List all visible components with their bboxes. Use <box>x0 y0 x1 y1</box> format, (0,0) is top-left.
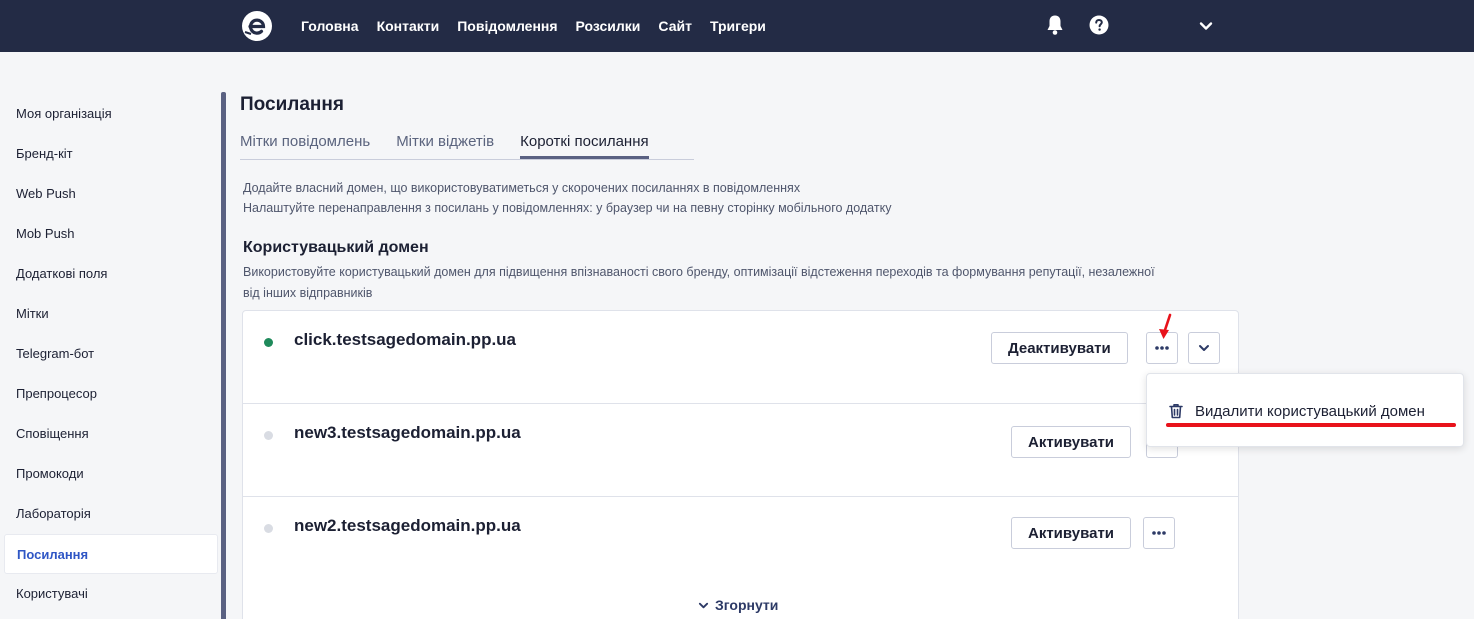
annotation-underline <box>1166 423 1456 427</box>
sidebar-item-links[interactable]: Посилання <box>4 534 218 574</box>
bell-icon[interactable] <box>1045 14 1065 36</box>
section-description-line1: Використовуйте користувацький домен для … <box>243 265 1155 279</box>
collapse-button[interactable]: Згорнути <box>698 597 778 613</box>
sidebar-item-notifications[interactable]: Сповіщення <box>0 414 222 454</box>
collapse-label: Згорнути <box>715 597 779 613</box>
more-dots-icon <box>1152 531 1166 535</box>
expand-row-button[interactable] <box>1188 332 1220 364</box>
sidebar-item-laboratory[interactable]: Лабораторія <box>0 494 222 534</box>
nav-messages[interactable]: Повідомлення <box>457 18 557 34</box>
annotation-arrow-icon <box>1159 313 1172 339</box>
sidebar-item-promocodes[interactable]: Промокоди <box>0 454 222 494</box>
section-title: Користувацький домен <box>243 239 429 256</box>
main-nav: Головна Контакти Повідомлення Розсилки С… <box>301 0 766 52</box>
trash-icon <box>1169 404 1183 419</box>
nav-contacts[interactable]: Контакти <box>377 18 440 34</box>
tab-widget-tags[interactable]: Мітки віджетів <box>396 133 494 159</box>
nav-site[interactable]: Сайт <box>658 18 692 34</box>
more-options-menu: Видалити користувацький домен <box>1146 373 1464 447</box>
nav-campaigns[interactable]: Розсилки <box>576 18 641 34</box>
tabs-baseline <box>240 159 694 160</box>
tab-message-tags[interactable]: Мітки повідомлень <box>240 133 370 159</box>
sidebar-item-organization[interactable]: Моя організація <box>0 94 222 134</box>
chevron-down-icon <box>698 602 709 608</box>
top-navbar: Головна Контакти Повідомлення Розсилки С… <box>0 0 1474 52</box>
domain-row: click.testsagedomain.pp.ua Деактивувати <box>243 311 1238 404</box>
domain-name: new3.testsagedomain.pp.ua <box>294 423 521 442</box>
sidebar-item-custom-fields[interactable]: Додаткові поля <box>0 254 222 294</box>
tabs: Мітки повідомлень Мітки віджетів Короткі… <box>240 133 649 159</box>
sidebar-item-users[interactable]: Користувачі <box>0 574 222 614</box>
section-description-line2: від інших відправників <box>243 286 373 300</box>
status-dot-active <box>264 338 273 347</box>
sidebar-item-mob-push[interactable]: Mob Push <box>0 214 222 254</box>
status-dot-inactive <box>264 431 273 440</box>
settings-sidebar: Моя організація Бренд-кіт Web Push Mob P… <box>0 94 222 614</box>
more-dots-icon <box>1155 346 1169 350</box>
sidebar-item-web-push[interactable]: Web Push <box>0 174 222 214</box>
sidebar-item-tags[interactable]: Мітки <box>0 294 222 334</box>
nav-triggers[interactable]: Тригери <box>710 18 766 34</box>
domain-row: new3.testsagedomain.pp.ua Активувати <box>243 404 1238 497</box>
domain-name: click.testsagedomain.pp.ua <box>294 330 517 349</box>
tab-short-links[interactable]: Короткі посилання <box>520 133 649 159</box>
more-options-button[interactable] <box>1143 517 1175 549</box>
domain-name: new2.testsagedomain.pp.ua <box>294 516 521 535</box>
chevron-down-icon[interactable] <box>1198 18 1214 34</box>
status-dot-inactive <box>264 524 273 533</box>
page-description-line1: Додайте власний домен, що використовуват… <box>243 181 801 195</box>
domains-card: click.testsagedomain.pp.ua Деактивувати … <box>242 310 1239 619</box>
nav-home[interactable]: Головна <box>301 18 359 34</box>
sidebar-item-brand-kit[interactable]: Бренд-кіт <box>0 134 222 174</box>
logo-icon[interactable] <box>241 10 273 42</box>
activate-button[interactable]: Активувати <box>1011 426 1132 458</box>
delete-domain-label: Видалити користувацький домен <box>1195 402 1425 420</box>
sidebar-divider <box>221 92 226 619</box>
chevron-down-icon <box>1199 345 1209 351</box>
page-description-line2: Налаштуйте перенаправлення з посилань у … <box>243 201 892 215</box>
deactivate-button[interactable]: Деактивувати <box>991 332 1128 364</box>
delete-domain-menu-item[interactable]: Видалити користувацький домен <box>1167 402 1425 420</box>
help-icon[interactable] <box>1089 15 1109 35</box>
domain-row: new2.testsagedomain.pp.ua Активувати <box>243 497 1238 590</box>
activate-button[interactable]: Активувати <box>1011 517 1132 549</box>
sidebar-item-telegram-bot[interactable]: Telegram-бот <box>0 334 222 374</box>
page-title: Посилання <box>240 94 344 115</box>
sidebar-item-preprocessor[interactable]: Препроцесор <box>0 374 222 414</box>
